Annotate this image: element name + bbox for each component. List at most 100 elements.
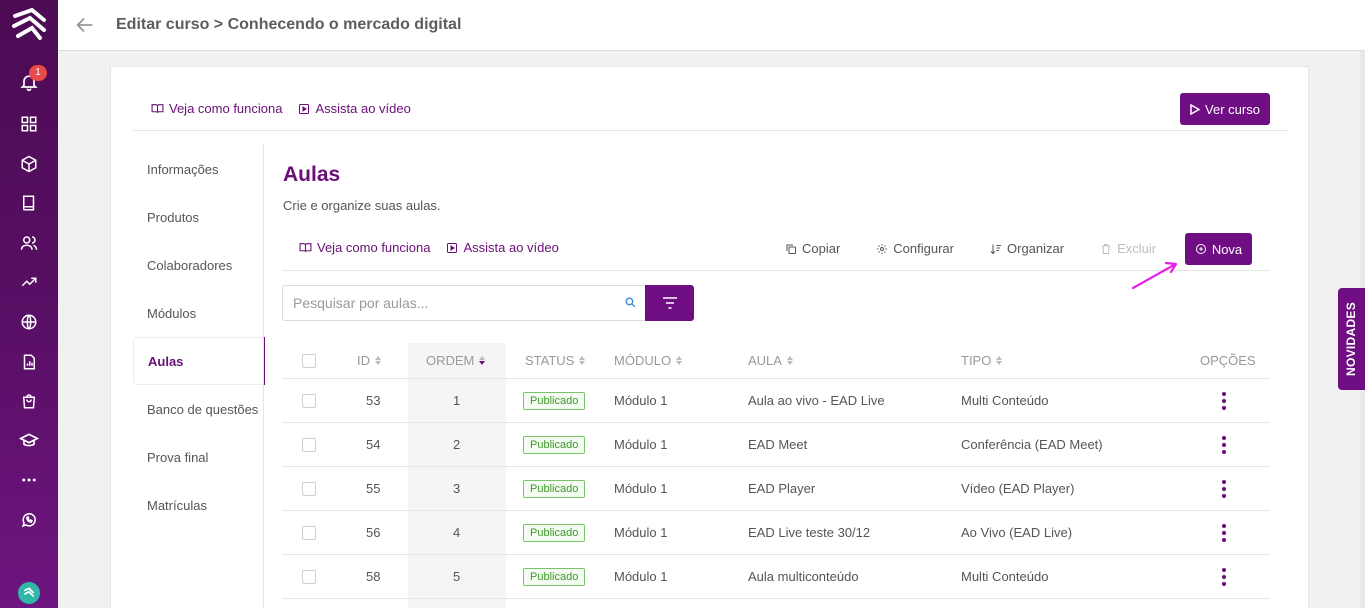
filter-icon: [662, 297, 677, 309]
new-lesson-button[interactable]: Nova: [1185, 233, 1252, 265]
how-it-works-label: Veja como funciona: [169, 101, 283, 116]
watch-video-link[interactable]: Assista ao vídeo: [298, 101, 411, 116]
nav-divider: [263, 145, 264, 608]
header-type-label: TIPO: [961, 353, 992, 368]
play-icon: [1190, 103, 1201, 115]
nav-item-modulos[interactable]: Módulos: [133, 289, 264, 337]
row-checkbox[interactable]: [302, 481, 316, 496]
nav-item-informacoes[interactable]: Informações: [133, 145, 264, 193]
nav-item-prova-final[interactable]: Prova final: [133, 433, 264, 481]
copy-icon: [786, 244, 796, 254]
nav-item-produtos[interactable]: Produtos: [133, 193, 264, 241]
sort-icon: [676, 356, 683, 365]
delete-button[interactable]: Excluir: [1100, 241, 1156, 256]
more-dots-icon[interactable]: [17, 468, 41, 492]
view-course-button[interactable]: Ver curso: [1180, 93, 1270, 125]
table-row[interactable]: 58 5 Publicado Módulo 1 Aula multiconteú…: [282, 555, 1270, 599]
status-badge: Publicado: [523, 567, 586, 586]
gear-icon: [877, 243, 888, 254]
dashboard-grid-icon[interactable]: [17, 112, 41, 136]
news-side-tab[interactable]: NOVIDADES: [1338, 288, 1365, 390]
how-it-works-link[interactable]: Veja como funciona: [151, 101, 282, 116]
header-status-label: STATUS: [525, 353, 575, 368]
organize-button[interactable]: Organizar: [990, 241, 1064, 256]
book-icon[interactable]: [17, 191, 41, 215]
row-options-kebab-icon[interactable]: [1218, 478, 1230, 500]
view-course-label: Ver curso: [1205, 101, 1260, 117]
back-arrow-icon[interactable]: [74, 14, 96, 36]
copy-button[interactable]: Copiar: [785, 241, 840, 256]
delete-label: Excluir: [1117, 241, 1157, 256]
table-row[interactable]: 56 4 Publicado Módulo 1 EAD Live teste 3…: [282, 511, 1270, 555]
cell-lesson: Aula multiconteúdo: [748, 569, 859, 584]
table-header: ID ORDEM STATUS MÓDULO AULA TIPO OPÇÕES: [282, 343, 1270, 379]
nav-item-colaboradores[interactable]: Colaboradores: [133, 241, 264, 289]
header-id-label: ID: [357, 353, 370, 368]
status-badge: Publicado: [523, 523, 586, 542]
notification-badge: 1: [29, 65, 47, 81]
row-checkbox[interactable]: [302, 393, 316, 408]
video-play-icon: [299, 103, 310, 114]
lessons-how-it-works-link[interactable]: Veja como funciona: [299, 240, 430, 255]
header-lesson[interactable]: AULA: [748, 343, 793, 378]
search-input[interactable]: [283, 286, 603, 320]
row-options-kebab-icon[interactable]: [1218, 434, 1230, 456]
sort-icon: [996, 356, 1003, 365]
report-icon[interactable]: [17, 350, 41, 374]
header-options: OPÇÕES: [1200, 353, 1256, 368]
cell-type: Multi Conteúdo: [961, 393, 1049, 408]
header-module-label: MÓDULO: [614, 353, 672, 368]
globe-icon[interactable]: [17, 310, 41, 334]
users-icon[interactable]: [17, 231, 41, 255]
row-checkbox[interactable]: [302, 569, 316, 584]
configure-label: Configurar: [893, 241, 954, 256]
cell-lesson: EAD Meet: [748, 437, 808, 452]
app-logo-icon[interactable]: [10, 6, 48, 44]
sort-icon: [579, 356, 586, 365]
cell-lesson: Aula ao vivo - EAD Live: [748, 393, 885, 408]
row-checkbox[interactable]: [302, 525, 316, 540]
row-options-kebab-icon[interactable]: [1218, 390, 1230, 412]
organize-label: Organizar: [1007, 241, 1065, 256]
box-icon[interactable]: [17, 152, 41, 176]
sort-desc-icon: [479, 356, 486, 365]
search-icon[interactable]: [624, 296, 637, 309]
section-subtitle: Crie e organize suas aulas.: [283, 198, 441, 213]
graduation-cap-icon[interactable]: [17, 429, 41, 453]
user-avatar-icon[interactable]: [18, 582, 40, 604]
section-title: Aulas: [283, 163, 341, 186]
configure-button[interactable]: Configurar: [876, 241, 954, 256]
shopping-bag-icon[interactable]: [17, 389, 41, 413]
nav-item-banco-questoes[interactable]: Banco de questões: [133, 385, 264, 433]
table-row[interactable]: 53 1 Publicado Módulo 1 Aula ao vivo - E…: [282, 379, 1270, 423]
table-row[interactable]: 55 3 Publicado Módulo 1 EAD Player Vídeo…: [282, 467, 1270, 511]
cell-module: Módulo 1: [614, 525, 668, 540]
header-module[interactable]: MÓDULO: [614, 343, 683, 378]
whatsapp-icon[interactable]: [17, 508, 41, 532]
filter-button[interactable]: [645, 285, 694, 321]
cell-order: 5: [453, 569, 461, 584]
header-type[interactable]: TIPO: [961, 343, 1003, 378]
nav-item-aulas[interactable]: Aulas: [133, 337, 265, 385]
table-row[interactable]: 54 2 Publicado Módulo 1 EAD Meet Conferê…: [282, 423, 1270, 467]
header-id[interactable]: ID: [357, 343, 381, 378]
lessons-how-it-works-label: Veja como funciona: [317, 240, 431, 255]
divider: [133, 130, 1288, 131]
row-checkbox[interactable]: [302, 437, 316, 452]
row-options-kebab-icon[interactable]: [1218, 522, 1230, 544]
cell-module: Módulo 1: [614, 437, 668, 452]
status-badge: Publicado: [523, 479, 586, 498]
row-options-kebab-icon[interactable]: [1218, 566, 1230, 588]
lessons-watch-video-link[interactable]: Assista ao vídeo: [446, 240, 559, 255]
nav-item-matriculas[interactable]: Matrículas: [133, 481, 264, 529]
cell-id: 58: [366, 569, 381, 584]
open-book-icon: [299, 243, 312, 252]
divider: [282, 270, 1270, 271]
header-status[interactable]: STATUS: [525, 343, 586, 378]
cell-type: Multi Conteúdo: [961, 569, 1049, 584]
cell-id: 56: [366, 525, 381, 540]
trending-up-icon[interactable]: [17, 270, 41, 294]
header-order[interactable]: ORDEM: [426, 343, 486, 378]
select-all-checkbox[interactable]: [302, 353, 316, 368]
cell-type: Conferência (EAD Meet): [961, 437, 1103, 452]
